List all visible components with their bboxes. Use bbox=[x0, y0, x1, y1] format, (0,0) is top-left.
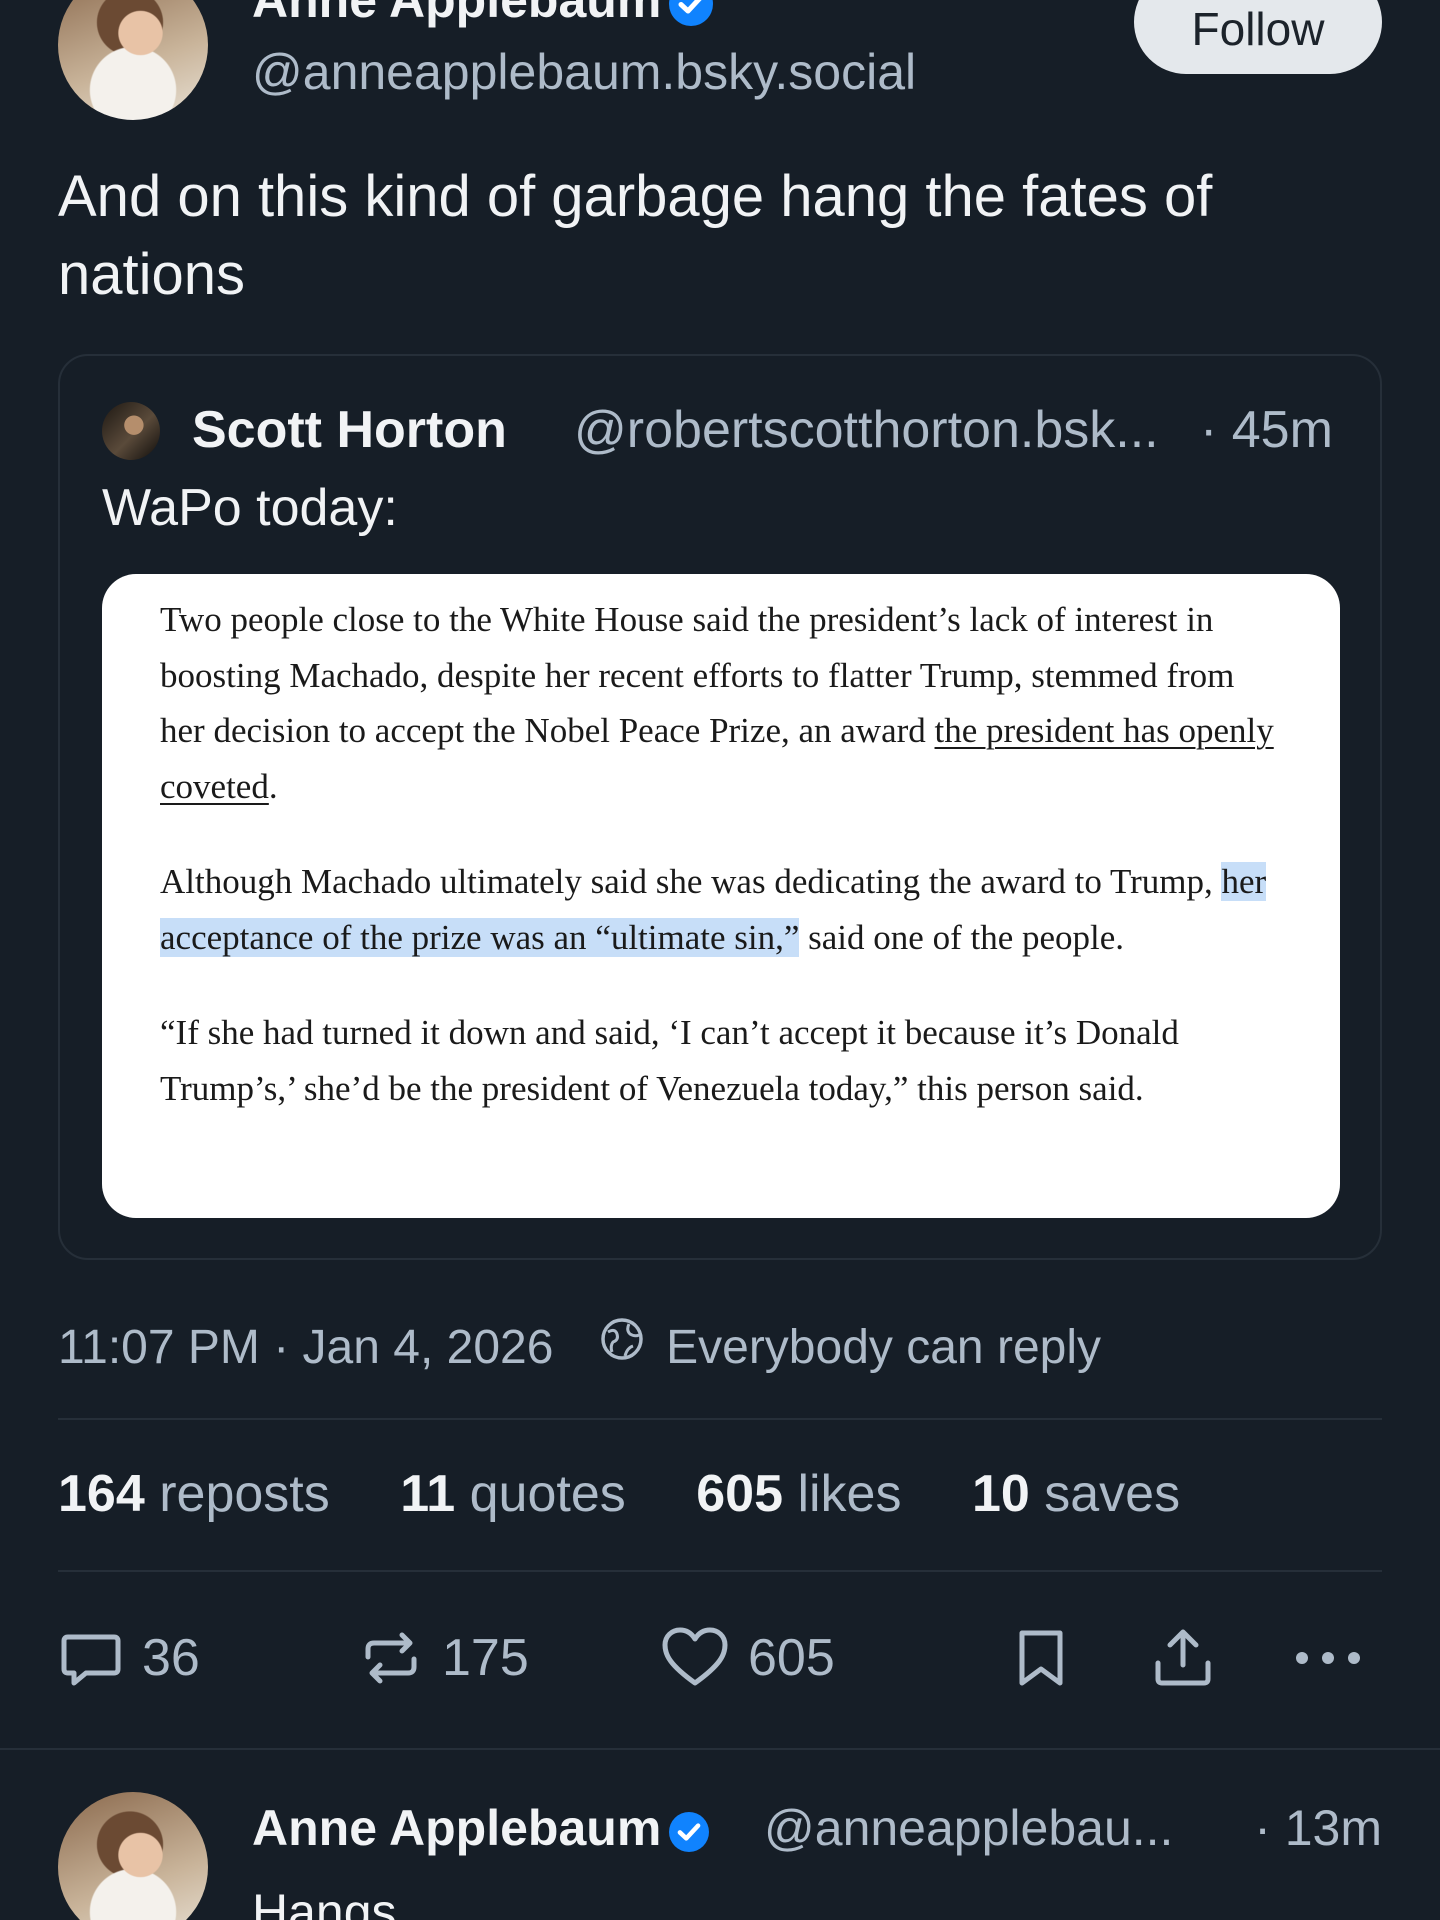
reply-time: · 13m bbox=[1254, 1800, 1382, 1856]
stat-count: 164 bbox=[58, 1465, 145, 1523]
article-text: Although Machado ultimately said she was… bbox=[160, 862, 1222, 901]
quoted-author-name[interactable]: Scott Horton bbox=[192, 398, 507, 462]
author-avatar[interactable] bbox=[58, 0, 208, 120]
post-text: And on this kind of garbage hang the fat… bbox=[58, 164, 1213, 307]
quoted-post-text: WaPo today: bbox=[102, 479, 398, 537]
bookmark-button[interactable] bbox=[1008, 1622, 1074, 1694]
reply-author-avatar[interactable] bbox=[58, 1792, 208, 1920]
stat-label: likes bbox=[797, 1465, 902, 1523]
quoted-author-avatar[interactable] bbox=[102, 402, 160, 460]
stat-saves[interactable]: 10 saves bbox=[972, 1462, 1180, 1526]
author-name[interactable]: Anne Applebaum bbox=[252, 0, 714, 30]
stat-label: saves bbox=[1044, 1465, 1181, 1523]
reply-count: 36 bbox=[142, 1629, 200, 1687]
post-header: Anne Applebaum @anneapplebaum.bsky.socia… bbox=[58, 0, 1382, 120]
post-thread-page: Anne Applebaum @anneapplebaum.bsky.socia… bbox=[0, 0, 1440, 1920]
reply-button[interactable]: 36 bbox=[58, 1622, 200, 1694]
article-paragraph-2: Although Machado ultimately said she was… bbox=[160, 854, 1282, 965]
stat-label: reposts bbox=[159, 1465, 330, 1523]
reply-post[interactable]: Anne Applebaum @anneapplebau... · 13m Ha… bbox=[58, 1792, 1382, 1920]
quoted-author-handle[interactable]: @robertscotthorton.bsk... bbox=[574, 398, 1159, 462]
reply-bubble-icon bbox=[61, 1634, 121, 1686]
author-handle[interactable]: @anneapplebaum.bsky.social bbox=[252, 42, 916, 102]
divider bbox=[58, 1570, 1382, 1572]
verified-badge-icon bbox=[669, 1811, 710, 1852]
like-count: 605 bbox=[748, 1629, 835, 1687]
stat-count: 605 bbox=[696, 1465, 783, 1523]
engagement-stats: 164 reposts 11 quotes 605 likes 10 saves bbox=[58, 1462, 1236, 1526]
article-paragraph-3: “If she had turned it down and said, ‘I … bbox=[160, 1013, 1179, 1108]
article-text: . bbox=[268, 766, 278, 806]
reply-text: Hangs bbox=[252, 1884, 397, 1920]
post-actions-bar: 36 175 605 bbox=[58, 1622, 1382, 1694]
reply-setting[interactable]: Everybody can reply bbox=[666, 1321, 1101, 1374]
repost-button[interactable]: 175 bbox=[358, 1622, 529, 1694]
reply-author-handle[interactable]: @anneapplebau... bbox=[764, 1798, 1173, 1858]
repost-icon bbox=[365, 1632, 417, 1684]
share-icon bbox=[1155, 1629, 1211, 1686]
stat-quotes[interactable]: 11 quotes bbox=[400, 1462, 626, 1526]
divider bbox=[0, 1748, 1440, 1750]
post-datetime: 11:07 PM · Jan 4, 2026 bbox=[58, 1321, 554, 1374]
stat-label: quotes bbox=[469, 1465, 626, 1523]
verified-badge-icon bbox=[669, 0, 714, 26]
post-meta: 11:07 PM · Jan 4, 2026 Everybody can rep… bbox=[58, 1316, 1101, 1380]
like-button[interactable]: 605 bbox=[660, 1622, 835, 1694]
more-options-icon bbox=[1296, 1652, 1360, 1664]
stat-count: 10 bbox=[971, 1465, 1030, 1523]
stat-reposts[interactable]: 164 reposts bbox=[58, 1462, 330, 1526]
article-text: said one of the people. bbox=[799, 917, 1125, 957]
bookmark-icon bbox=[1019, 1630, 1063, 1686]
article-screenshot-image[interactable]: Two people close to the White House said… bbox=[102, 574, 1340, 1218]
repost-count: 175 bbox=[442, 1629, 529, 1687]
reply-author-name-text[interactable]: Anne Applebaum bbox=[252, 1800, 661, 1856]
stat-likes[interactable]: 605 likes bbox=[696, 1462, 901, 1526]
divider bbox=[58, 1418, 1382, 1420]
globe-icon bbox=[599, 1315, 645, 1379]
more-options-button[interactable] bbox=[1290, 1622, 1366, 1694]
follow-button[interactable]: Follow bbox=[1134, 0, 1382, 74]
stat-count: 11 bbox=[400, 1465, 456, 1523]
quoted-post-time: · 45m bbox=[1200, 401, 1333, 459]
share-button[interactable] bbox=[1150, 1622, 1216, 1694]
author-name-text[interactable]: Anne Applebaum bbox=[252, 0, 661, 28]
heart-icon bbox=[662, 1627, 728, 1686]
reply-author-name[interactable]: Anne Applebaum bbox=[252, 1798, 710, 1858]
article-paragraph-1: Two people close to the White House said… bbox=[160, 592, 1282, 814]
quoted-post-card[interactable]: Scott Horton @robertscotthorton.bsk... ·… bbox=[58, 354, 1382, 1260]
